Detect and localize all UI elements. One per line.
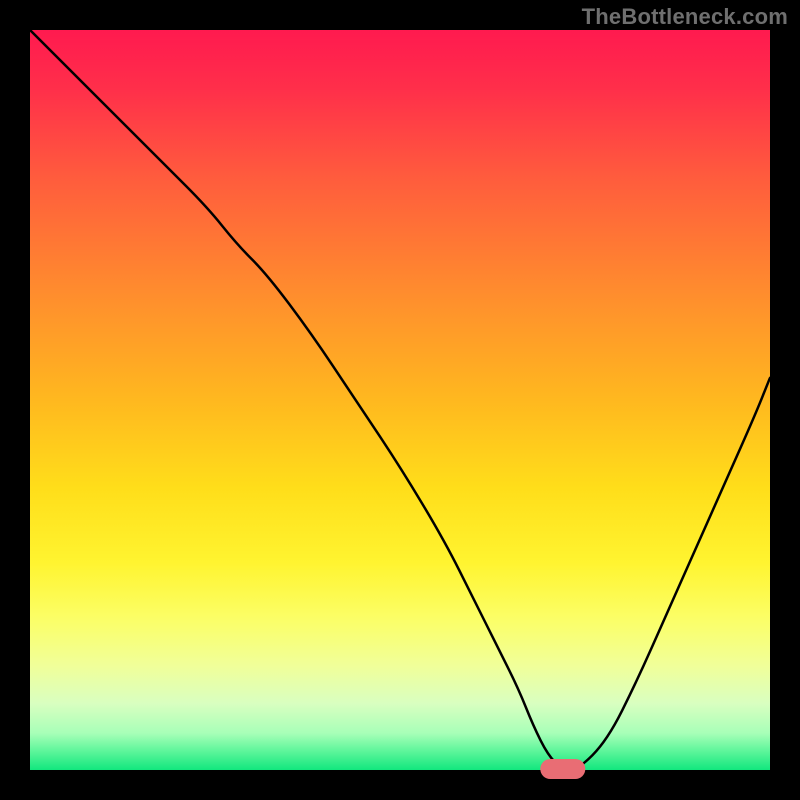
watermark-text: TheBottleneck.com xyxy=(582,4,788,30)
optimum-marker xyxy=(540,759,585,779)
chart-frame: TheBottleneck.com xyxy=(0,0,800,800)
bottleneck-chart xyxy=(0,0,800,800)
